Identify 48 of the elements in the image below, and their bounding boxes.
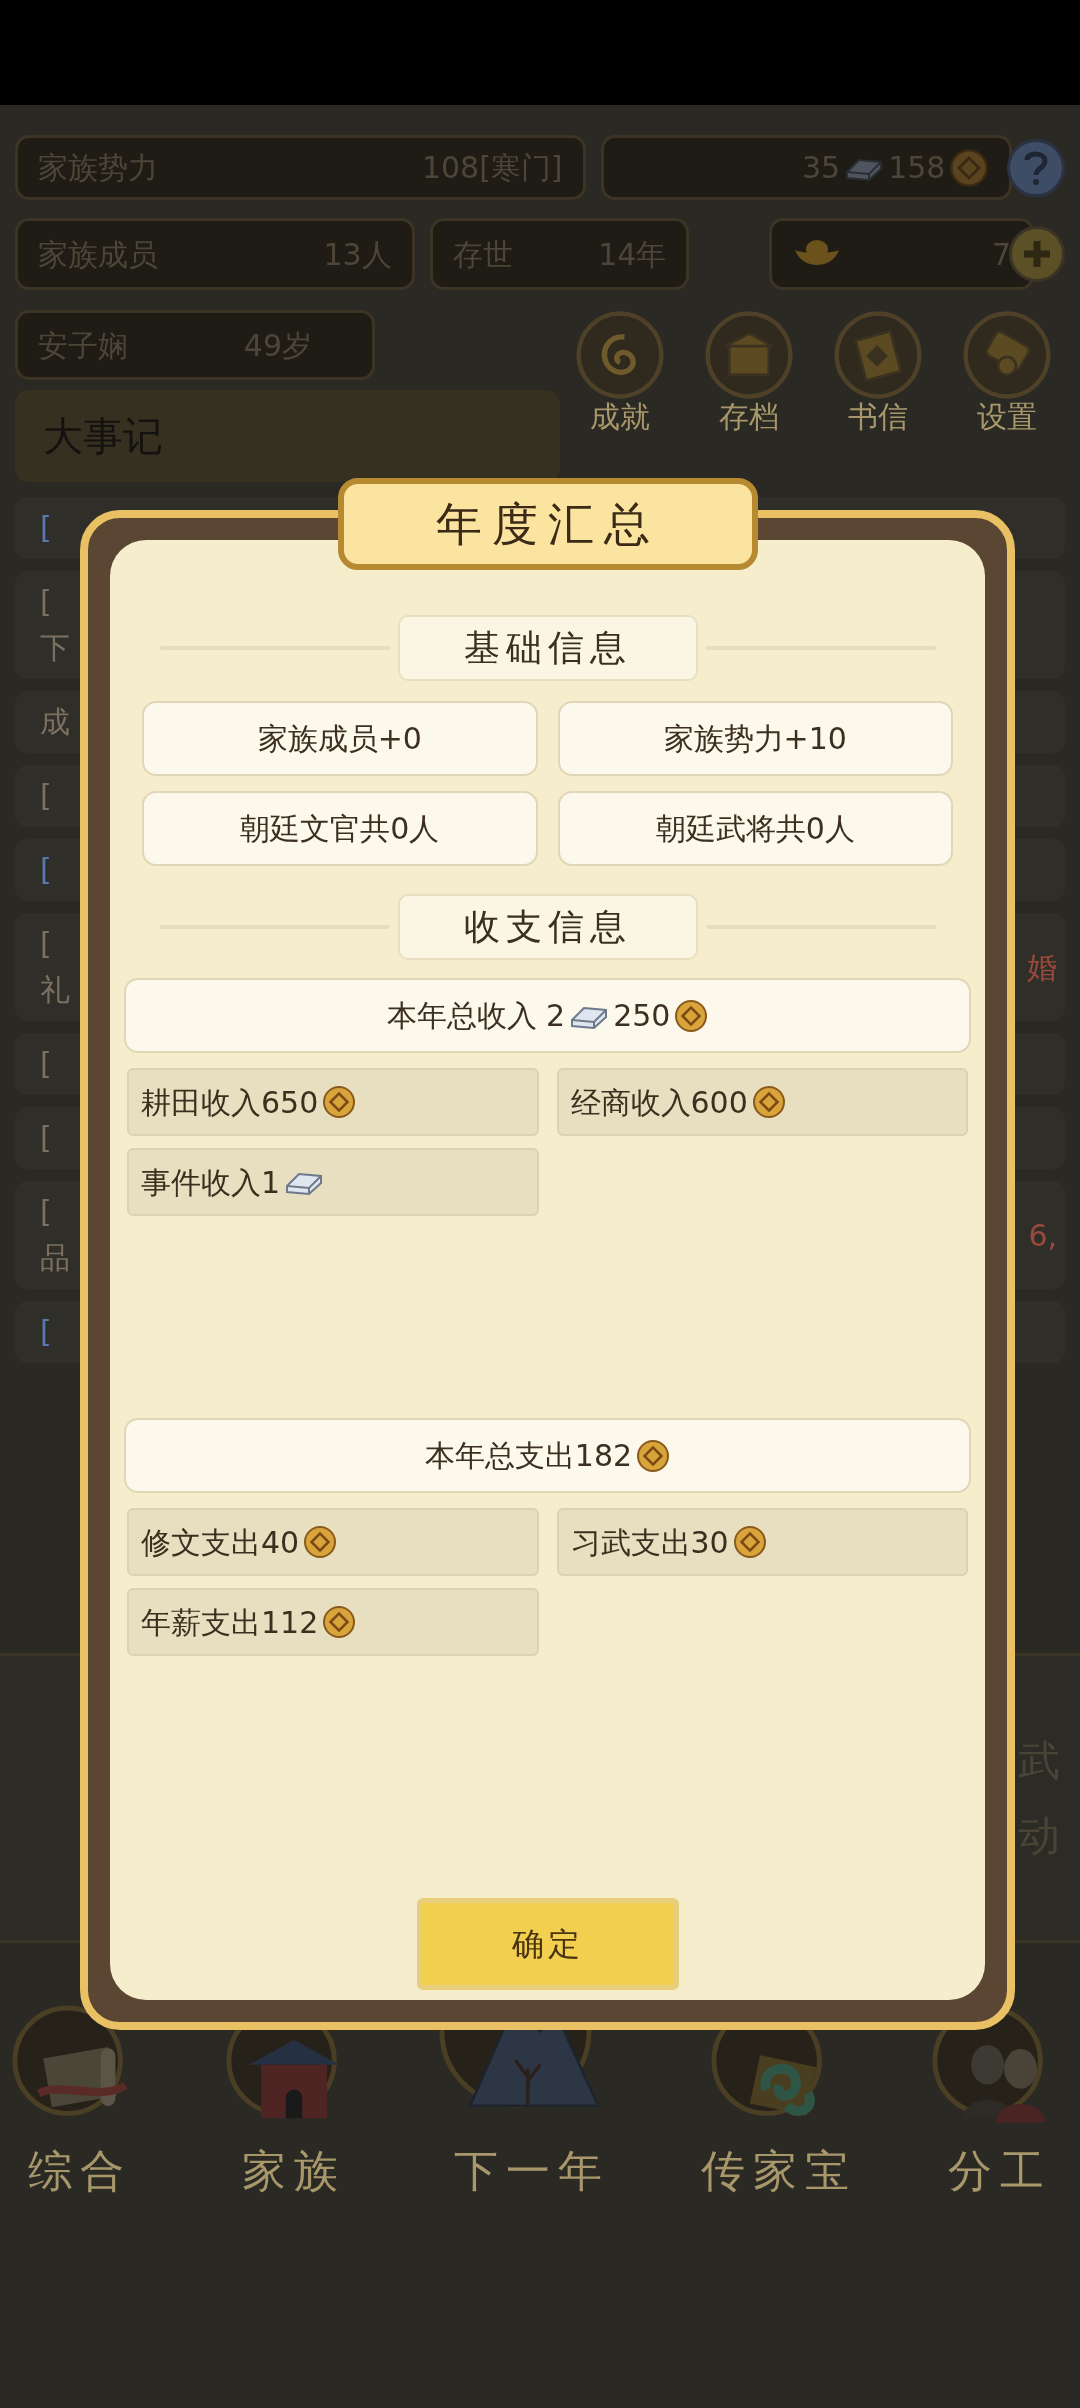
section-title: 基础信息	[397, 615, 698, 681]
chronicle-text: 成	[40, 703, 70, 741]
question-mark-icon	[1023, 149, 1050, 186]
chronicle-text: [	[40, 1193, 53, 1231]
section-title: 收支信息	[397, 894, 698, 960]
chronicle-text: 6,	[1028, 1216, 1057, 1255]
amount-text: 事件收入1	[141, 1163, 281, 1202]
chronicle-text: [	[40, 777, 52, 815]
chronicle-text: 婚	[1027, 948, 1057, 987]
info-card: 朝廷武将共0人	[557, 791, 953, 866]
info-card: 家族势力+10	[557, 701, 953, 776]
coin-icon	[674, 998, 709, 1033]
chronicle-text: [	[40, 1313, 52, 1351]
chronicle-text: [	[40, 509, 52, 547]
chronicle-text: [	[40, 583, 53, 621]
coin-icon	[732, 1525, 767, 1559]
info-card: 家族成员+0	[142, 701, 538, 776]
menu-button[interactable]: 书信	[828, 310, 928, 435]
coin-icon	[636, 1438, 671, 1473]
swirl-icon	[575, 310, 665, 400]
coin-icon	[303, 1525, 338, 1559]
chronicle-text: 品	[40, 1239, 70, 1277]
info-card: 朝廷文官共0人	[142, 791, 538, 866]
amount-text: 修文支出40	[141, 1523, 300, 1562]
coin-icon	[322, 1085, 357, 1119]
chronicle-text: [	[40, 1045, 52, 1083]
coin-icon	[751, 1085, 786, 1119]
amount-text: 本年总支出182	[424, 1437, 633, 1475]
amount-text: 经商收入600	[570, 1083, 748, 1122]
confirm-button[interactable]: 确定	[416, 1898, 679, 1990]
coin-icon	[949, 147, 990, 188]
menu-button[interactable]: 成就	[570, 310, 670, 435]
amount-text: 习武支出30	[570, 1523, 729, 1562]
amount-text: 年薪支出112	[141, 1603, 319, 1642]
chronicle-text: 礼	[40, 971, 70, 1009]
dialog-title: 年度汇总	[337, 478, 758, 570]
amount-text: 耕田收入650	[141, 1083, 319, 1122]
menu-button[interactable]: 存档	[699, 310, 799, 435]
chronicle-text: 下	[40, 629, 70, 667]
menu-button[interactable]: 设置	[957, 310, 1057, 435]
chronicle-text: [	[40, 1119, 52, 1157]
letter-icon	[833, 310, 923, 400]
coin-icon	[322, 1605, 357, 1639]
amount-text: 250	[613, 997, 671, 1035]
chronicle-text: [	[40, 925, 53, 963]
add-button[interactable]	[1009, 226, 1065, 282]
chronicle-text: [	[40, 851, 52, 889]
amount-text: 本年总收入 2	[386, 997, 566, 1035]
